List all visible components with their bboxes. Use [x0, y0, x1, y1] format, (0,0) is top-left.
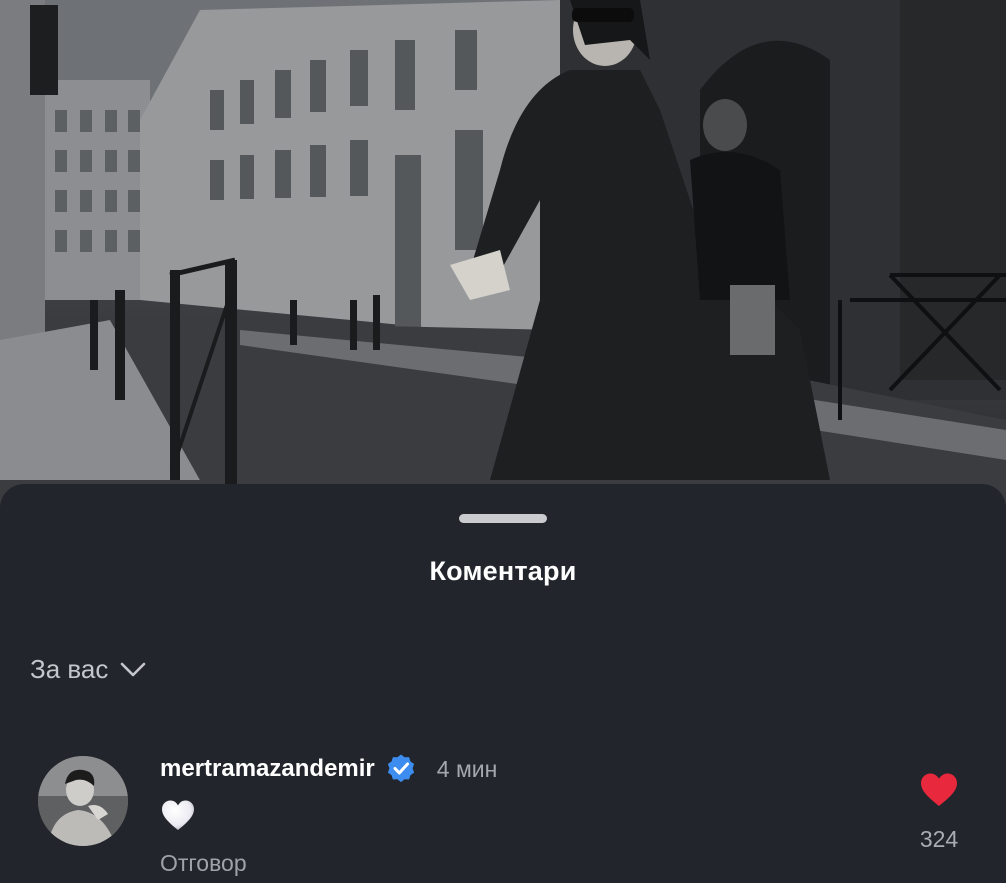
comments-screen: Коментари За вас mertramazandemir 4 мин …: [0, 0, 1006, 883]
comment-item: mertramazandemir 4 мин Отговор 324: [0, 754, 1006, 883]
heart-filled-icon: [921, 773, 957, 806]
filter-label: За вас: [30, 654, 109, 684]
chevron-down-icon: [121, 662, 146, 676]
like-button[interactable]: [919, 772, 959, 808]
background-photo: [0, 0, 1006, 520]
comment-content: [160, 798, 196, 834]
white-heart-emoji-icon: [162, 800, 194, 830]
comments-sheet: Коментари За вас mertramazandemir 4 мин …: [0, 484, 1006, 883]
sheet-title: Коментари: [429, 556, 577, 586]
comment-header: mertramazandemir 4 мин: [160, 754, 497, 784]
avatar-image: [38, 756, 128, 846]
comment-time: 4 мин: [436, 755, 498, 782]
street-photo-illustration: [0, 0, 1006, 520]
avatar[interactable]: [38, 756, 128, 846]
comment-username[interactable]: mertramazandemir: [160, 755, 375, 783]
like-count: 324: [919, 826, 959, 852]
comments-filter-dropdown[interactable]: За вас: [30, 654, 146, 685]
sheet-drag-handle[interactable]: [459, 514, 547, 523]
verified-badge-icon: [387, 754, 414, 783]
reply-button[interactable]: Отговор: [160, 850, 247, 877]
